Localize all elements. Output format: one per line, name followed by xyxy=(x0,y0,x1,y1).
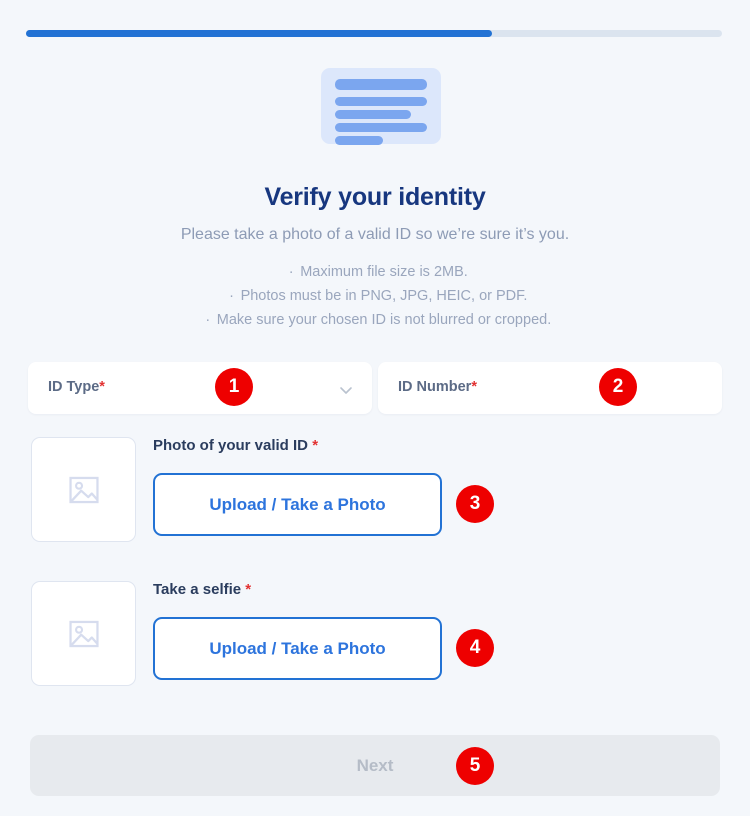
requirements-list: · Maximum file size is 2MB. · Photos must … xyxy=(0,260,750,332)
annotation-badge-3: 3 xyxy=(456,485,494,523)
required-asterisk: * xyxy=(99,379,105,395)
list-item-label: Make sure your chosen ID is not blurred … xyxy=(216,312,552,328)
required-asterisk: * xyxy=(312,437,319,454)
id-number-input[interactable]: ID Number* xyxy=(378,362,722,414)
list-item: · Make sure your chosen ID is not blurred… xyxy=(0,308,750,332)
id-document-icon xyxy=(321,68,441,145)
id-document-icon-line xyxy=(335,110,411,119)
id-type-label: ID Type* xyxy=(48,379,105,395)
annotation-badge-4: 4 xyxy=(456,629,494,667)
page-title: Verify your identity xyxy=(264,183,486,211)
list-item-label: Maximum file size is 2MB. xyxy=(300,264,468,280)
list-item: · Maximum file size is 2MB. xyxy=(0,260,750,284)
id-photo-thumbnail[interactable] xyxy=(31,437,136,542)
id-document-icon-line xyxy=(335,123,427,132)
selfie-label: Take a selfie * xyxy=(153,581,252,598)
upload-id-photo-button[interactable]: Upload / Take a Photo xyxy=(153,473,442,536)
id-document-icon-line xyxy=(335,136,383,145)
annotation-badge-2: 2 xyxy=(599,368,637,406)
progress-bar-track xyxy=(26,30,722,37)
annotation-badge-5: 5 xyxy=(456,747,494,785)
verify-identity-screen: Verify your identity Please take a photo… xyxy=(0,0,750,816)
id-number-label: ID Number* xyxy=(398,379,477,395)
required-asterisk: * xyxy=(245,581,252,598)
bullet-icon: · xyxy=(288,264,294,280)
bullet-icon: · xyxy=(205,312,211,328)
id-type-select[interactable]: ID Type* xyxy=(28,362,372,414)
next-button[interactable]: Next xyxy=(30,735,720,796)
bullet-icon: · xyxy=(229,288,234,304)
page-subtitle: Please take a photo of a valid ID so we’… xyxy=(180,226,570,243)
id-photo-label: Photo of your valid ID * xyxy=(153,437,319,454)
list-item: · Photos must be in PNG, JPG, HEIC, or PD… xyxy=(0,284,750,308)
annotation-badge-1: 1 xyxy=(215,368,253,406)
id-document-icon-line xyxy=(335,79,427,90)
required-asterisk: * xyxy=(471,379,477,395)
selfie-thumbnail[interactable] xyxy=(31,581,136,686)
image-placeholder-icon xyxy=(68,620,99,647)
image-placeholder-icon xyxy=(68,476,99,503)
chevron-down-icon[interactable] xyxy=(338,382,354,398)
progress-bar-fill xyxy=(26,30,493,37)
list-item-label: Photos must be in PNG, JPG, HEIC, or PDF… xyxy=(240,288,528,304)
upload-selfie-button[interactable]: Upload / Take a Photo xyxy=(153,617,442,680)
id-document-icon-line xyxy=(335,97,427,106)
